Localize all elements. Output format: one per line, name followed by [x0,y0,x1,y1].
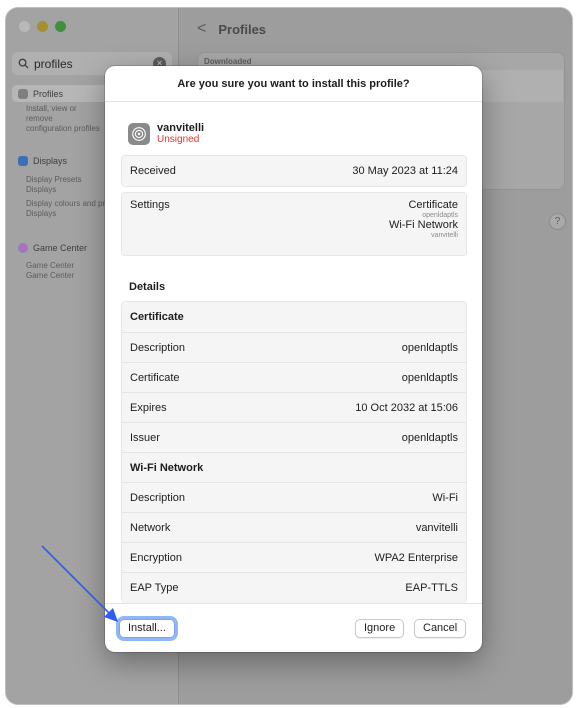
displays-icon [18,155,28,166]
table-row: Expires 10 Oct 2032 at 15:06 [122,392,466,422]
back-button[interactable]: < [197,20,206,38]
page-title-text: Profiles [218,21,267,37]
ignore-button[interactable]: Ignore [355,619,405,638]
table-row: EAP Type EAP-TTLS [122,572,466,602]
received-value: 30 May 2023 at 11:24 [352,165,458,177]
minimize-window-button[interactable] [37,21,48,32]
received-label: Received [130,165,176,177]
table-row: Network vanvitelli [122,512,466,542]
table-row: Issuer openldaptls [122,422,466,452]
table-row: Description openldaptls [122,332,466,362]
search-input[interactable]: profiles [34,57,73,71]
install-button[interactable]: Install... [116,616,178,641]
profile-name: vanvitelli [157,122,205,134]
install-profile-sheet: Are you sure you want to install this pr… [105,66,482,652]
profile-header: vanvitelli Unsigned [128,122,204,145]
cancel-button[interactable]: Cancel [414,619,467,638]
divider [105,603,482,604]
help-button[interactable]: ? [549,213,566,230]
sidebar-item-label: Display colours and profiles [26,199,114,208]
profiles-icon [18,88,28,99]
game-center-icon [18,242,28,253]
sidebar-item-label: Displays [33,155,68,166]
settings-item-name: Certificate [408,199,458,211]
settings-box: Settings Certificate openldaptls Wi-Fi N… [121,192,467,256]
window-controls [19,21,66,32]
table-row: Certificate openldaptls [122,362,466,392]
profile-status: Unsigned [157,134,200,145]
settings-item-sub: openldaptls [422,212,458,219]
gear-icon [128,122,150,145]
sidebar-item-label: Profiles [33,88,64,99]
received-row: Received 30 May 2023 at 11:24 [122,156,466,186]
sheet-title: Are you sure you want to install this pr… [177,78,410,90]
divider [105,101,482,102]
table-row: Encryption WPA2 Enterprise [122,542,466,572]
received-box: Received 30 May 2023 at 11:24 [121,155,467,187]
sidebar-item-desc: Install, view or remove configuration pr… [26,104,100,133]
details-list[interactable]: Certificate Description openldaptls Cert… [121,301,467,603]
settings-label: Settings [130,199,170,211]
close-window-button[interactable] [19,21,30,32]
settings-item-name: Wi-Fi Network [388,219,458,231]
table-row: Description Wi-Fi [122,482,466,512]
section-heading-certificate: Certificate [130,311,184,323]
details-label: Details [129,281,166,293]
settings-item-sub: vanvitelli [431,232,458,239]
sidebar-item-label: Game Center [33,242,88,253]
section-heading-wifi: Wi-Fi Network [122,452,466,482]
search-icon [18,58,29,69]
page-title: < Profiles [197,20,266,38]
zoom-window-button[interactable] [55,21,66,32]
